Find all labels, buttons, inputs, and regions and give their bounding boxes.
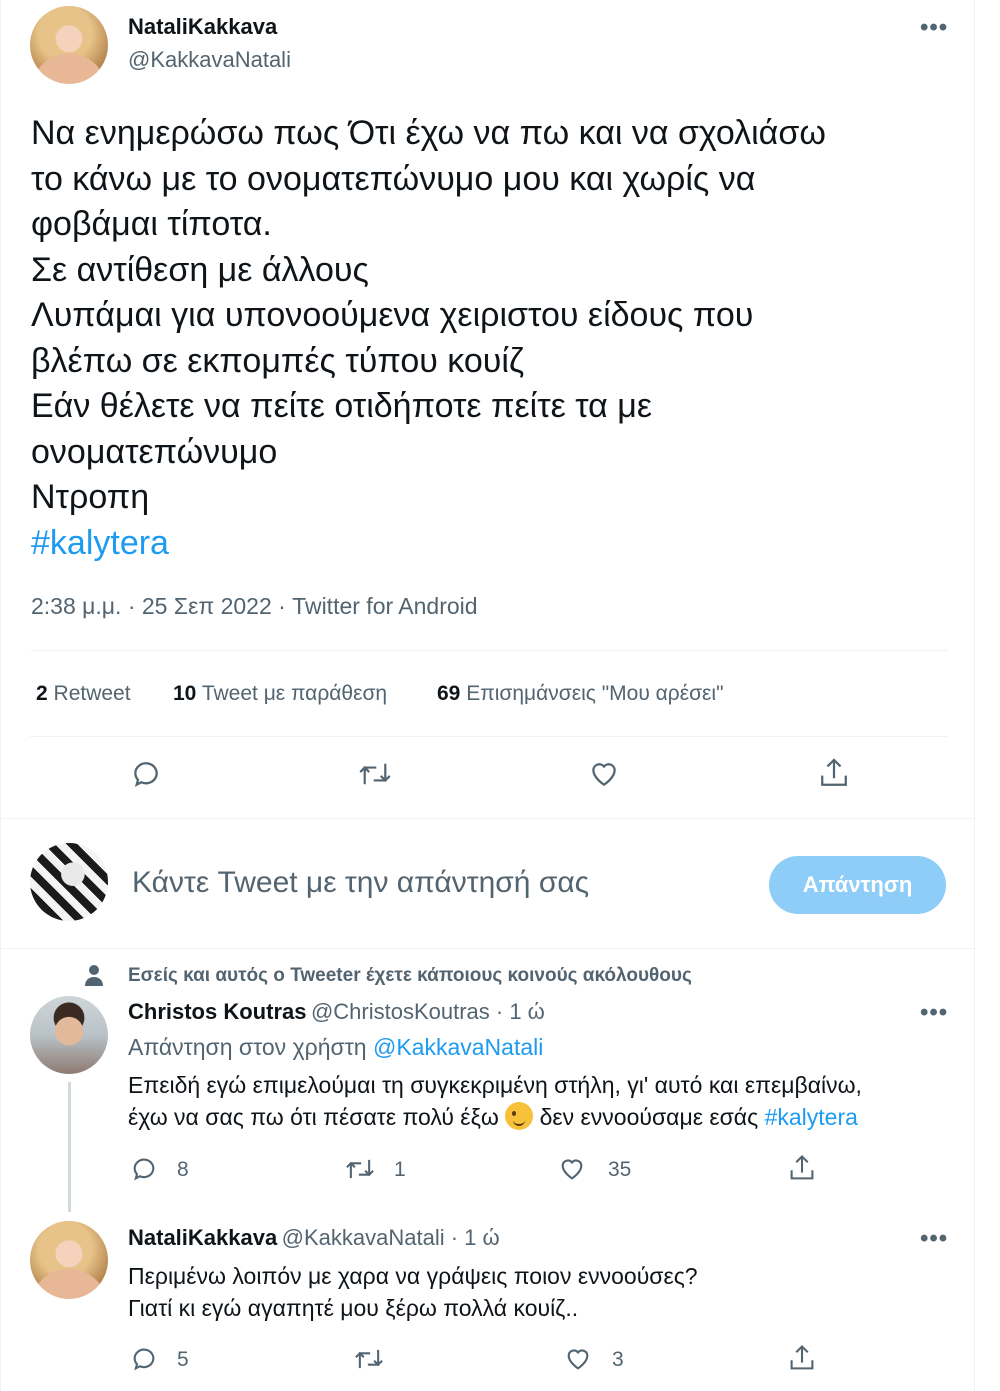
- reply-line-2: έχω να σας πω ότι πέσατε πολύ έξω δεν εν…: [128, 1101, 958, 1133]
- replying-to: Απάντηση στον χρήστη @KakkavaNatali: [128, 1034, 543, 1061]
- reply-input[interactable]: Κάντε Tweet με την απάντησή σας: [132, 866, 589, 900]
- tweet-line: ονοματεπώνυμο: [31, 432, 278, 471]
- author-handle[interactable]: @KakkavaNatali: [128, 47, 291, 73]
- like-count: 35: [608, 1158, 632, 1181]
- heart-icon[interactable]: [588, 758, 620, 790]
- like-label: Επισημάνσεις "Μου αρέσει": [466, 682, 724, 705]
- divider: [1, 818, 976, 819]
- heart-icon[interactable]: [558, 1155, 586, 1183]
- thread-line: [68, 1082, 71, 1212]
- retweet-count: 1: [394, 1158, 406, 1181]
- tweet-line: Λυπάμαι για υπονοούμενα χειριστου είδους…: [31, 296, 754, 334]
- reply-icon[interactable]: [130, 1345, 158, 1373]
- reply-author-avatar[interactable]: [30, 1221, 108, 1299]
- quote-stat[interactable]: 10 Tweet με παράθεση: [173, 682, 387, 706]
- share-icon[interactable]: [818, 756, 850, 790]
- retweet-icon[interactable]: [353, 1345, 385, 1373]
- tweet-line: το κάνω με το ονοματεπώνυμο μου και χωρί…: [31, 159, 756, 198]
- reply-header: Christos Koutras @ChristosKoutras · 1 ώ: [128, 999, 545, 1025]
- retweet-stat[interactable]: 2 Retweet: [36, 682, 131, 706]
- reply-line: Γιατί κι εγώ αγαπητέ μου ξέρω πολλά κουί…: [128, 1295, 579, 1321]
- hashtag-link[interactable]: #kalytera: [765, 1104, 858, 1130]
- replying-to-label: Απάντηση στον χρήστη: [128, 1034, 367, 1060]
- reply-count: 8: [177, 1158, 189, 1181]
- quote-label: Tweet με παράθεση: [201, 682, 388, 705]
- retweet-icon[interactable]: [357, 758, 393, 790]
- divider: [30, 650, 948, 651]
- tweet-timestamp[interactable]: 2:38 μ.μ. · 25 Σεπ 2022 · Twitter for An…: [31, 593, 478, 620]
- reply-text: έχω να σας πω ότι πέσατε πολύ έξω: [128, 1104, 499, 1130]
- tweet-line: Ντροπη: [31, 478, 150, 516]
- reply-header: NataliKakkava @KakkavaNatali · 1 ώ: [128, 1225, 500, 1251]
- retweet-count: 2: [36, 682, 48, 705]
- retweet-icon[interactable]: [344, 1155, 376, 1183]
- winking-face-emoji: [505, 1102, 534, 1130]
- divider: [30, 736, 948, 737]
- reply-icon[interactable]: [130, 758, 162, 790]
- reply-icon[interactable]: [130, 1155, 158, 1183]
- author-avatar[interactable]: [30, 6, 108, 84]
- reply-body: Επειδή εγώ επιμελούμαι τη συγκεκριμένη σ…: [128, 1069, 958, 1133]
- divider: [1, 948, 976, 949]
- share-icon[interactable]: [788, 1153, 816, 1183]
- person-icon: [85, 964, 103, 986]
- more-options-icon[interactable]: •••: [920, 1225, 948, 1253]
- social-context: Εσείς και αυτός ο Tweeter έχετε κάποιους…: [128, 965, 692, 986]
- reply-author-handle[interactable]: @ChristosKoutras · 1 ώ: [311, 999, 545, 1024]
- tweet-line: Σε αντίθεση με άλλους: [31, 250, 369, 289]
- replying-to-handle[interactable]: @KakkavaNatali: [373, 1034, 543, 1060]
- like-count: 3: [612, 1348, 624, 1371]
- tweet-line: Να ενημερώσω πως Ότι έχω να πω και να σχ…: [31, 114, 826, 152]
- tweet-thread: NataliKakkava @KakkavaNatali ••• Να ενημ…: [0, 0, 976, 1391]
- reply-author-name[interactable]: Christos Koutras: [128, 999, 306, 1024]
- user-avatar[interactable]: [30, 843, 108, 921]
- share-icon[interactable]: [788, 1343, 816, 1373]
- more-options-icon[interactable]: •••: [920, 999, 948, 1027]
- reply-author-avatar[interactable]: [30, 996, 108, 1074]
- tweet-body: Να ενημερώσω πως Ότι έχω να πω και να σχ…: [31, 111, 961, 566]
- like-stat[interactable]: 69 Επισημάνσεις "Μου αρέσει": [437, 682, 724, 706]
- reply-body: Περιμένω λοιπόν με χαρα να γράψεις ποιον…: [128, 1260, 958, 1324]
- retweet-label: Retweet: [53, 682, 131, 705]
- reply-button[interactable]: Απάντηση: [769, 856, 946, 914]
- reply-author-name[interactable]: NataliKakkava: [128, 1225, 277, 1250]
- tweet-line: βλέπω σε εκπομπές τύπου κουίζ: [31, 341, 524, 380]
- like-count: 69: [437, 682, 461, 705]
- quote-count: 10: [173, 682, 197, 705]
- reply-text: δεν εννοούσαμε εσάς: [539, 1104, 759, 1130]
- reply-author-handle[interactable]: @KakkavaNatali · 1 ώ: [282, 1225, 500, 1250]
- tweet-line: Εάν θέλετε να πείτε οτιδήποτε πείτε τα μ…: [31, 387, 653, 425]
- tweet-line: φοβάμαι τίποτα.: [31, 205, 272, 243]
- reply-line: Επειδή εγώ επιμελούμαι τη συγκεκριμένη σ…: [128, 1072, 862, 1098]
- reply-line: Περιμένω λοιπόν με χαρα να γράψεις ποιον…: [128, 1263, 698, 1289]
- heart-icon[interactable]: [564, 1345, 592, 1373]
- more-options-icon[interactable]: •••: [920, 14, 948, 42]
- hashtag-link[interactable]: #kalytera: [31, 521, 961, 567]
- author-name[interactable]: NataliKakkava: [128, 14, 277, 40]
- reply-count: 5: [177, 1348, 189, 1371]
